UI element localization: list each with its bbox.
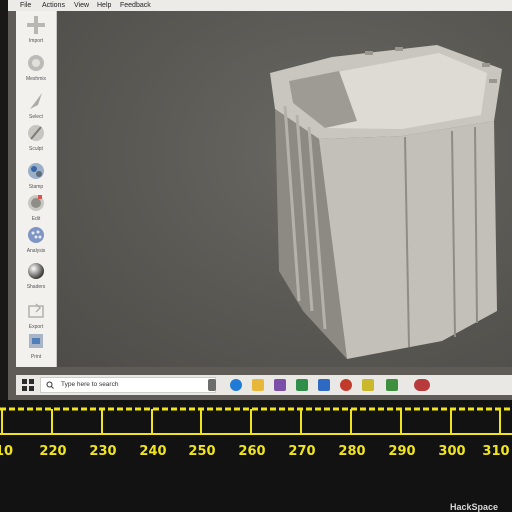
hackspace-watermark: HackSpace [449,502,498,512]
ruler-label: 260 [238,444,266,459]
search-icon [46,381,54,389]
meshmix-icon [28,55,44,71]
store-icon[interactable] [274,379,286,391]
menu-view[interactable]: View [74,0,89,11]
tool-label: Edit [31,216,41,222]
menu-actions[interactable]: Actions [42,0,65,11]
print-icon [29,334,43,348]
tool-label: Analysis [26,248,46,254]
ruler-label: 250 [188,444,216,459]
ruler-label: 240 [139,444,167,459]
tool-label: Stamp [28,184,44,190]
tool-label: Shaders [26,284,46,290]
monitor-screen: File Actions View Help Feedback Import M… [0,0,512,400]
chrome-icon[interactable] [296,379,308,391]
shaders-sphere-icon [28,263,44,279]
windows-start-icon[interactable] [22,379,34,391]
tool-analysis[interactable]: Analysis [16,223,56,263]
tool-label: Import [28,38,44,44]
paint-icon[interactable] [386,379,398,391]
3d-viewport[interactable] [57,11,512,367]
tool-shaders[interactable]: Shaders [16,259,56,299]
meshmixer-icon[interactable] [414,379,430,391]
tool-print[interactable]: Print [16,329,56,369]
ruler-label: 290 [388,444,416,459]
analysis-icon [28,227,44,243]
ruler-label: 270 [288,444,316,459]
screen-bezel [0,0,8,400]
tool-sculpt[interactable]: Sculpt [16,121,56,161]
ruler-label: 310 [482,444,510,459]
task-view-icon[interactable] [208,379,216,391]
tool-label: Print [30,354,42,360]
taskbar: Type here to search [16,375,512,395]
select-arrow-icon [30,93,42,109]
export-icon [28,303,44,318]
ruler-label: 300 [438,444,466,459]
plus-icon [27,16,45,34]
ruler: 10 220 230 240 250 260 270 280 290 300 3… [0,400,512,512]
edit-icon [28,195,44,211]
tool-palette: Import Meshmix Select Sculpt Stamp Edit … [16,11,57,367]
tool-label: Select [29,114,43,120]
ruler-label: 280 [338,444,366,459]
app-icon[interactable] [340,379,352,391]
menu-help[interactable]: Help [97,0,111,11]
tool-label: Sculpt [29,146,43,152]
edge-icon[interactable] [230,379,242,391]
tool-import[interactable]: Import [16,13,56,53]
bin-model [270,45,502,359]
ruler-label: 220 [39,444,67,459]
photos-icon[interactable] [318,379,330,391]
sculpt-brush-icon [28,125,44,141]
ruler-label: 10 [0,444,14,459]
stamp-icon [28,163,44,179]
menu-file[interactable]: File [20,0,31,11]
tool-meshmix[interactable]: Meshmix [16,51,56,91]
taskbar-search-box[interactable]: Type here to search [40,377,216,393]
tool-label: Meshmix [25,76,46,82]
menu-bar: File Actions View Help Feedback [0,0,512,11]
ruler-label: 230 [89,444,117,459]
menu-feedback[interactable]: Feedback [120,0,151,11]
notes-icon[interactable] [362,379,374,391]
search-placeholder: Type here to search [61,381,119,388]
file-explorer-icon[interactable] [252,379,264,391]
